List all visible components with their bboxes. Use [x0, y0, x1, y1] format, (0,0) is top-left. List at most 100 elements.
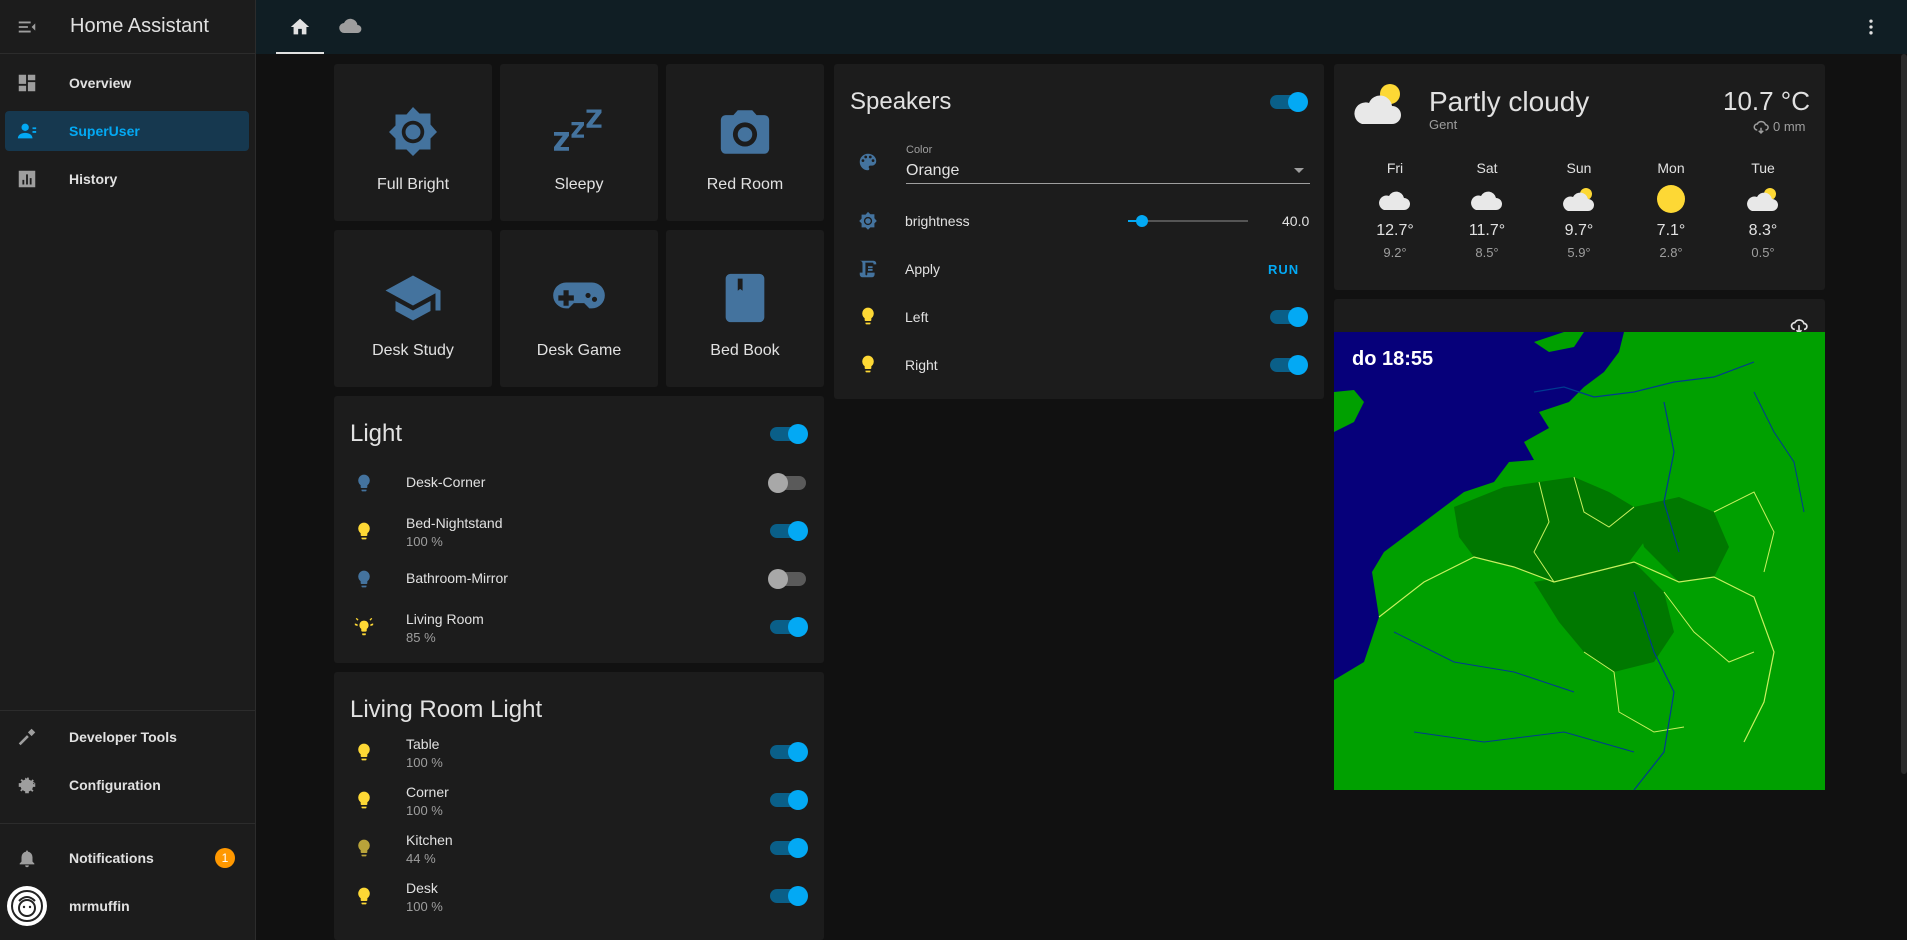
chart-box-icon	[5, 168, 49, 190]
scene-desk-study-button[interactable]: Desk Study	[334, 230, 492, 387]
right-speaker-toggle[interactable]	[1270, 355, 1308, 375]
entity-toggle[interactable]	[770, 838, 808, 858]
entity-state: 100 %	[406, 899, 443, 914]
light-card: Light Desk-Corner Bed-Nightstand 100 % B…	[334, 396, 824, 663]
forecast-high: 11.7°	[1468, 222, 1506, 239]
scene-label: Bed Book	[710, 342, 780, 359]
menu-toggle-button[interactable]	[0, 0, 54, 54]
hammer-icon	[5, 726, 49, 748]
color-select-label: Color	[906, 144, 933, 156]
toggle-knob	[788, 521, 808, 541]
entity-name: Desk-Corner	[406, 474, 486, 490]
toggle-knob	[1288, 307, 1308, 327]
scene-bed-book-button[interactable]: Bed Book	[666, 230, 824, 387]
sidebar-item-configuration[interactable]: Configuration	[5, 765, 249, 805]
sidebar-divider	[0, 710, 256, 711]
page-scrollbar[interactable]	[1901, 54, 1907, 774]
scene-label: Desk Study	[372, 342, 454, 359]
entity-name: Kitchen	[406, 832, 453, 848]
scene-desk-game-button[interactable]: Desk Game	[500, 230, 658, 387]
entity-toggle[interactable]	[768, 569, 806, 589]
forecast-day: Mon 7.1° 2.8°	[1636, 160, 1706, 260]
bulb-group-icon	[352, 615, 376, 639]
light-row[interactable]: Desk 100 %	[334, 872, 824, 920]
sidebar-item-label: Notifications	[69, 850, 154, 866]
app-root: Home Assistant Overview SuperUser Histor…	[0, 0, 1907, 940]
scene-red-room-button[interactable]: Red Room	[666, 64, 824, 221]
entity-toggle[interactable]	[770, 742, 808, 762]
entity-toggle[interactable]	[770, 886, 808, 906]
light-row[interactable]: Table 100 %	[334, 728, 824, 776]
tab-weather[interactable]	[326, 0, 374, 54]
sidebar-item-profile[interactable]: mrmuffin	[5, 886, 249, 926]
sidebar-item-history[interactable]: History	[5, 159, 249, 199]
light-row[interactable]: Kitchen 44 %	[334, 824, 824, 872]
gamepad-icon	[548, 270, 610, 326]
entity-name: Bathroom-Mirror	[406, 570, 508, 586]
bulb-icon	[352, 519, 376, 543]
light-row[interactable]: Living Room 85 %	[334, 603, 824, 651]
bulb-icon	[352, 740, 376, 764]
sidebar-item-label: Configuration	[69, 777, 161, 793]
toggle-knob	[788, 617, 808, 637]
forecast-day: Tue 8.3° 0.5°	[1728, 160, 1798, 260]
apply-label: Apply	[905, 261, 941, 277]
entity-state: 100 %	[406, 803, 443, 818]
left-speaker-label: Left	[905, 309, 929, 325]
tab-home[interactable]	[276, 0, 324, 54]
color-select[interactable]: Color Orange	[906, 140, 1310, 184]
dots-vertical-icon	[1869, 19, 1873, 35]
radar-timestamp: do 18:55	[1352, 348, 1434, 370]
scene-full-bright-button[interactable]: Full Bright	[334, 64, 492, 221]
slider-thumb[interactable]	[1136, 215, 1148, 227]
run-button[interactable]: RUN	[1268, 262, 1299, 277]
more-options-button[interactable]	[1859, 15, 1883, 39]
chevron-down-icon	[1294, 168, 1304, 173]
sidebar-item-notifications[interactable]: Notifications	[5, 838, 249, 878]
entity-name: Bed-Nightstand	[406, 515, 503, 531]
radar-map[interactable]: do 18:55	[1334, 332, 1825, 790]
toggle-knob	[788, 838, 808, 858]
sunny-icon	[1636, 176, 1706, 222]
entity-state: 85 %	[406, 630, 436, 645]
left-speaker-toggle[interactable]	[1270, 307, 1308, 327]
light-row[interactable]: Bathroom-Mirror	[334, 555, 824, 603]
cloudy-icon	[1452, 176, 1522, 222]
palette-icon	[857, 151, 879, 178]
entity-toggle[interactable]	[770, 617, 808, 637]
scene-label: Full Bright	[376, 176, 450, 193]
living-room-light-card: Living Room Light Table 100 % Corner 100…	[334, 672, 824, 940]
right-speaker-label: Right	[905, 357, 938, 373]
color-select-value: Orange	[906, 162, 960, 179]
entity-name: Living Room	[406, 611, 484, 627]
entity-state: 100 %	[406, 534, 443, 549]
entity-toggle[interactable]	[768, 473, 806, 493]
speakers-group-toggle[interactable]	[1270, 92, 1308, 112]
sidebar-item-superuser[interactable]: SuperUser	[5, 111, 249, 151]
light-row[interactable]: Corner 100 %	[334, 776, 824, 824]
avatar-wrap	[5, 886, 49, 926]
toggle-knob	[788, 742, 808, 762]
light-row[interactable]: Desk-Corner	[334, 459, 824, 507]
brightness-label: brightness	[905, 213, 970, 229]
forecast-day-name: Mon	[1657, 160, 1685, 176]
card-title: Speakers	[850, 88, 952, 115]
entity-toggle[interactable]	[770, 790, 808, 810]
forecast-day: Fri 12.7° 9.2°	[1360, 160, 1430, 260]
entity-toggle[interactable]	[770, 521, 808, 541]
cloud-icon	[339, 18, 362, 34]
forecast-low: 0.5°	[1751, 245, 1775, 260]
dashboard-icon	[5, 72, 49, 94]
brightness-slider[interactable]	[1128, 215, 1248, 227]
app-title: Home Assistant	[70, 15, 209, 37]
toggle-knob	[1288, 92, 1308, 112]
camera-icon	[716, 104, 774, 160]
forecast-low: 5.9°	[1567, 245, 1591, 260]
light-row[interactable]: Bed-Nightstand 100 %	[334, 507, 824, 555]
bulb-icon	[858, 306, 878, 331]
scene-sleepy-button[interactable]: Sleepy	[500, 64, 658, 221]
light-group-toggle[interactable]	[770, 424, 808, 444]
sidebar-item-overview[interactable]: Overview	[5, 63, 249, 103]
sidebar-item-developer-tools[interactable]: Developer Tools	[5, 717, 249, 757]
toggle-knob	[788, 886, 808, 906]
